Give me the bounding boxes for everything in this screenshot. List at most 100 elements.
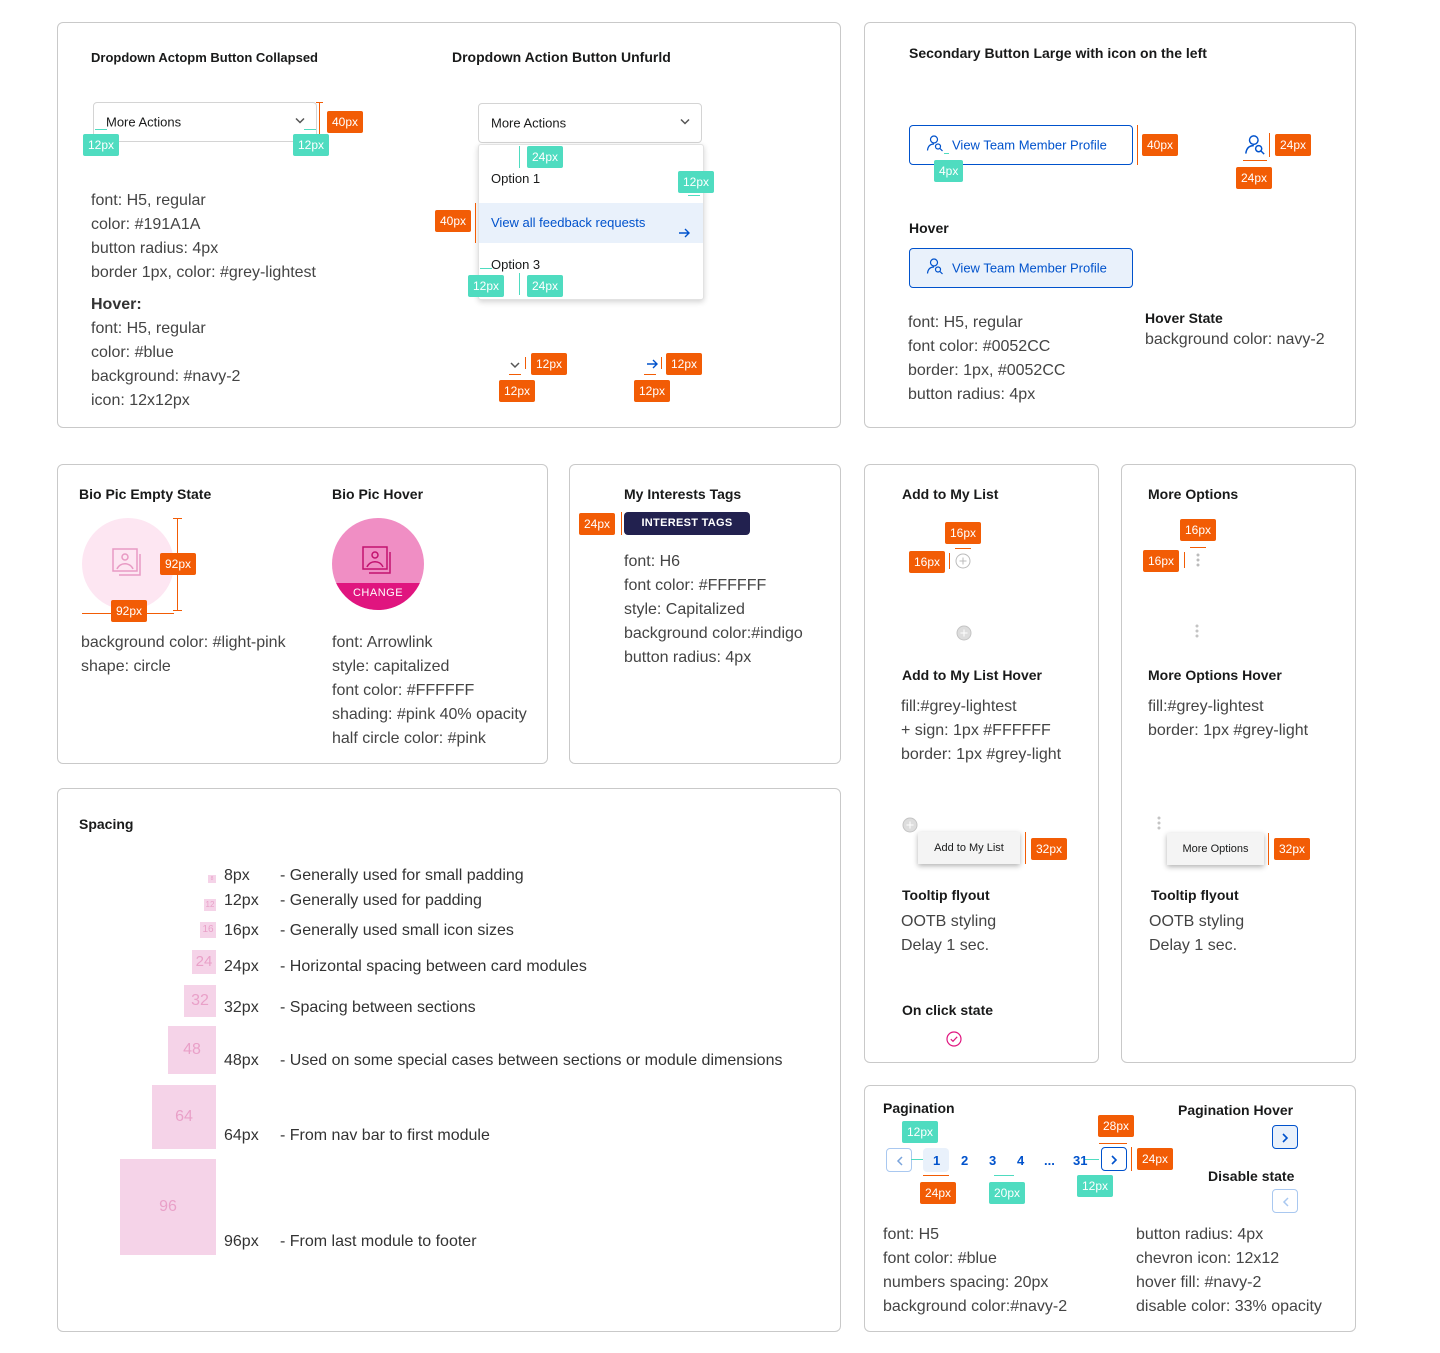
bio-pic-hover-circle[interactable]: CHANGE [332, 518, 424, 610]
interest-tags-specs: font: H6 font color: #FFFFFF style: Capi… [624, 550, 803, 670]
add-to-list-hover-specs: fill:#grey-lightest + sign: 1px #FFFFFF … [901, 695, 1061, 767]
measure-28px: 28px [1098, 1115, 1135, 1137]
chevron-down-icon [679, 116, 691, 131]
option-1[interactable]: Option 1 [479, 171, 703, 186]
measure-24px: 24px [1236, 167, 1273, 189]
more-options-card: More Options 16px 16px More Options Hove… [1121, 464, 1356, 1063]
plus-circle-hover-icon[interactable] [956, 625, 972, 646]
spacing-desc: - Spacing between sections [280, 999, 476, 1016]
spec-line: shape: circle [81, 658, 171, 675]
pagination-next-button[interactable] [1101, 1147, 1127, 1171]
measure-12px: 12px [666, 353, 703, 375]
user-search-icon [926, 135, 944, 156]
spacing-swatch-24: 24 [192, 950, 216, 974]
dropdown-label: More Actions [106, 114, 182, 130]
view-team-member-profile-button[interactable]: View Team Member Profile [909, 125, 1133, 165]
hover-state-spec: background color: navy-2 [1145, 331, 1325, 348]
measure-20px: 20px [989, 1182, 1026, 1204]
hover-state-heading: Hover State [1145, 310, 1223, 326]
more-actions-dropdown-collapsed[interactable]: More Actions [93, 102, 317, 142]
vertical-dots-icon[interactable] [1151, 815, 1167, 836]
image-placeholder-icon [362, 546, 396, 583]
change-half-circle[interactable]: CHANGE [332, 583, 424, 610]
spec-line: shading: #pink 40% opacity [332, 706, 527, 723]
spec-line: OOTB styling [1149, 913, 1245, 930]
spec-line: border 1px, color: #grey-lightest [91, 264, 316, 281]
plus-circle-icon[interactable] [902, 817, 918, 838]
pagination-next-hover-button[interactable] [1272, 1125, 1298, 1149]
spacing-value: 16px [224, 922, 259, 939]
pagination-page[interactable]: 3 [989, 1153, 996, 1168]
vertical-dots-hover-icon[interactable] [1189, 623, 1205, 644]
dropdown-card: Dropdown Actopm Button Collapsed Dropdow… [57, 22, 841, 428]
measure-92px-height: 92px [160, 553, 197, 575]
add-to-list-title: Add to My List [902, 486, 999, 502]
plus-circle-icon[interactable] [955, 553, 971, 574]
spec-line: button radius: 4px [624, 649, 752, 666]
pagination-hover-title: Pagination Hover [1178, 1102, 1294, 1118]
measure-16px-height: 16px [909, 551, 946, 573]
tooltip-specs: OOTB styling Delay 1 sec. [901, 910, 996, 958]
bio-pic-empty-title: Bio Pic Empty State [79, 486, 212, 502]
spec-line: OOTB styling [901, 913, 997, 930]
spec-line: color: #191A1A [91, 216, 201, 233]
spacing-desc: - Horizontal spacing between card module… [280, 958, 587, 975]
interest-tags-card: My Interests Tags INTEREST TAGS 24px fon… [569, 464, 841, 764]
spec-line: button radius: 4px [91, 240, 219, 257]
measure-12px-right: 12px [293, 134, 330, 156]
secondary-button-title: Secondary Button Large with icon on the … [909, 45, 1207, 61]
dropdown-specs: font: H5, regular color: #191A1A button … [91, 189, 316, 413]
more-actions-dropdown-unfurled[interactable]: More Actions [478, 103, 702, 143]
change-label: CHANGE [352, 587, 404, 599]
spec-line: icon: 12x12px [91, 392, 190, 409]
pagination-specs-left: font: H5 font color: #blue numbers spaci… [883, 1223, 1067, 1319]
bio-pic-hover-specs: font: Arrowlink style: capitalized font … [332, 631, 527, 751]
tooltip-label: More Options [1182, 843, 1249, 855]
view-team-member-profile-button-hover[interactable]: View Team Member Profile [909, 248, 1133, 288]
spec-line: font color: #FFFFFF [332, 682, 475, 699]
spec-line: + sign: 1px #FFFFFF [901, 722, 1051, 739]
pagination-prev-button[interactable] [886, 1148, 912, 1172]
tooltip-heading: Tooltip flyout [902, 887, 990, 903]
check-circle-icon[interactable] [946, 1031, 962, 1052]
spacing-desc: - Used on some special cases between sec… [280, 1052, 783, 1069]
measure-24px-bottom: 24px [527, 275, 564, 297]
spec-line: button radius: 4px [1136, 1226, 1264, 1243]
option-3[interactable]: Option 3 [479, 257, 703, 272]
spacing-swatch-64: 64 [152, 1085, 216, 1149]
option-view-all-feedback[interactable]: View all feedback requests [479, 203, 703, 243]
spacing-desc: - From nav bar to first module [280, 1127, 490, 1144]
pagination-page[interactable]: 4 [1017, 1153, 1024, 1168]
measure-32px: 32px [1031, 838, 1068, 860]
secondary-button-card: Secondary Button Large with icon on the … [864, 22, 1356, 428]
spacing-card: Spacing 8 8px - Generally used for small… [57, 788, 841, 1332]
spec-line: Delay 1 sec. [901, 937, 990, 954]
spacing-swatch-48: 48 [168, 1026, 216, 1074]
spec-line: font: H5, regular [908, 314, 1023, 331]
spec-line: font: H6 [624, 553, 681, 570]
spacing-desc: - From last module to footer [280, 1233, 477, 1250]
spacing-desc: - Generally used small icon sizes [280, 922, 514, 939]
add-to-list-tooltip: Add to My List [918, 832, 1020, 864]
dropdown-menu: Option 1 View all feedback requests Opti… [478, 144, 704, 300]
hover-heading: Hover [909, 220, 949, 236]
dropdown-label: More Actions [491, 115, 567, 131]
hover-heading: Hover: [91, 296, 142, 313]
chevron-down-icon [294, 115, 306, 130]
more-options-tooltip: More Options [1167, 833, 1264, 865]
pagination-page[interactable]: 2 [961, 1153, 968, 1168]
chevron-left-icon [894, 1154, 906, 1172]
measure-12px-left: 12px [83, 134, 120, 156]
spec-line: font color: #FFFFFF [624, 577, 767, 594]
image-placeholder-icon [112, 548, 146, 585]
spec-line: background color: #light-pink [81, 634, 286, 651]
vertical-dots-icon[interactable] [1190, 552, 1206, 573]
interest-tag[interactable]: INTEREST TAGS [624, 512, 750, 535]
spec-line: background: #navy-2 [91, 368, 241, 385]
pagination-card: Pagination Pagination Hover Disable stat… [864, 1085, 1356, 1332]
spec-line: font: H5 [883, 1226, 940, 1243]
pagination-page[interactable]: 31 [1073, 1153, 1087, 1168]
spec-line: style: Capitalized [624, 601, 745, 618]
pagination-page[interactable]: 1 [933, 1153, 940, 1168]
dropdown-collapsed-title: Dropdown Actopm Button Collapsed [91, 50, 318, 65]
